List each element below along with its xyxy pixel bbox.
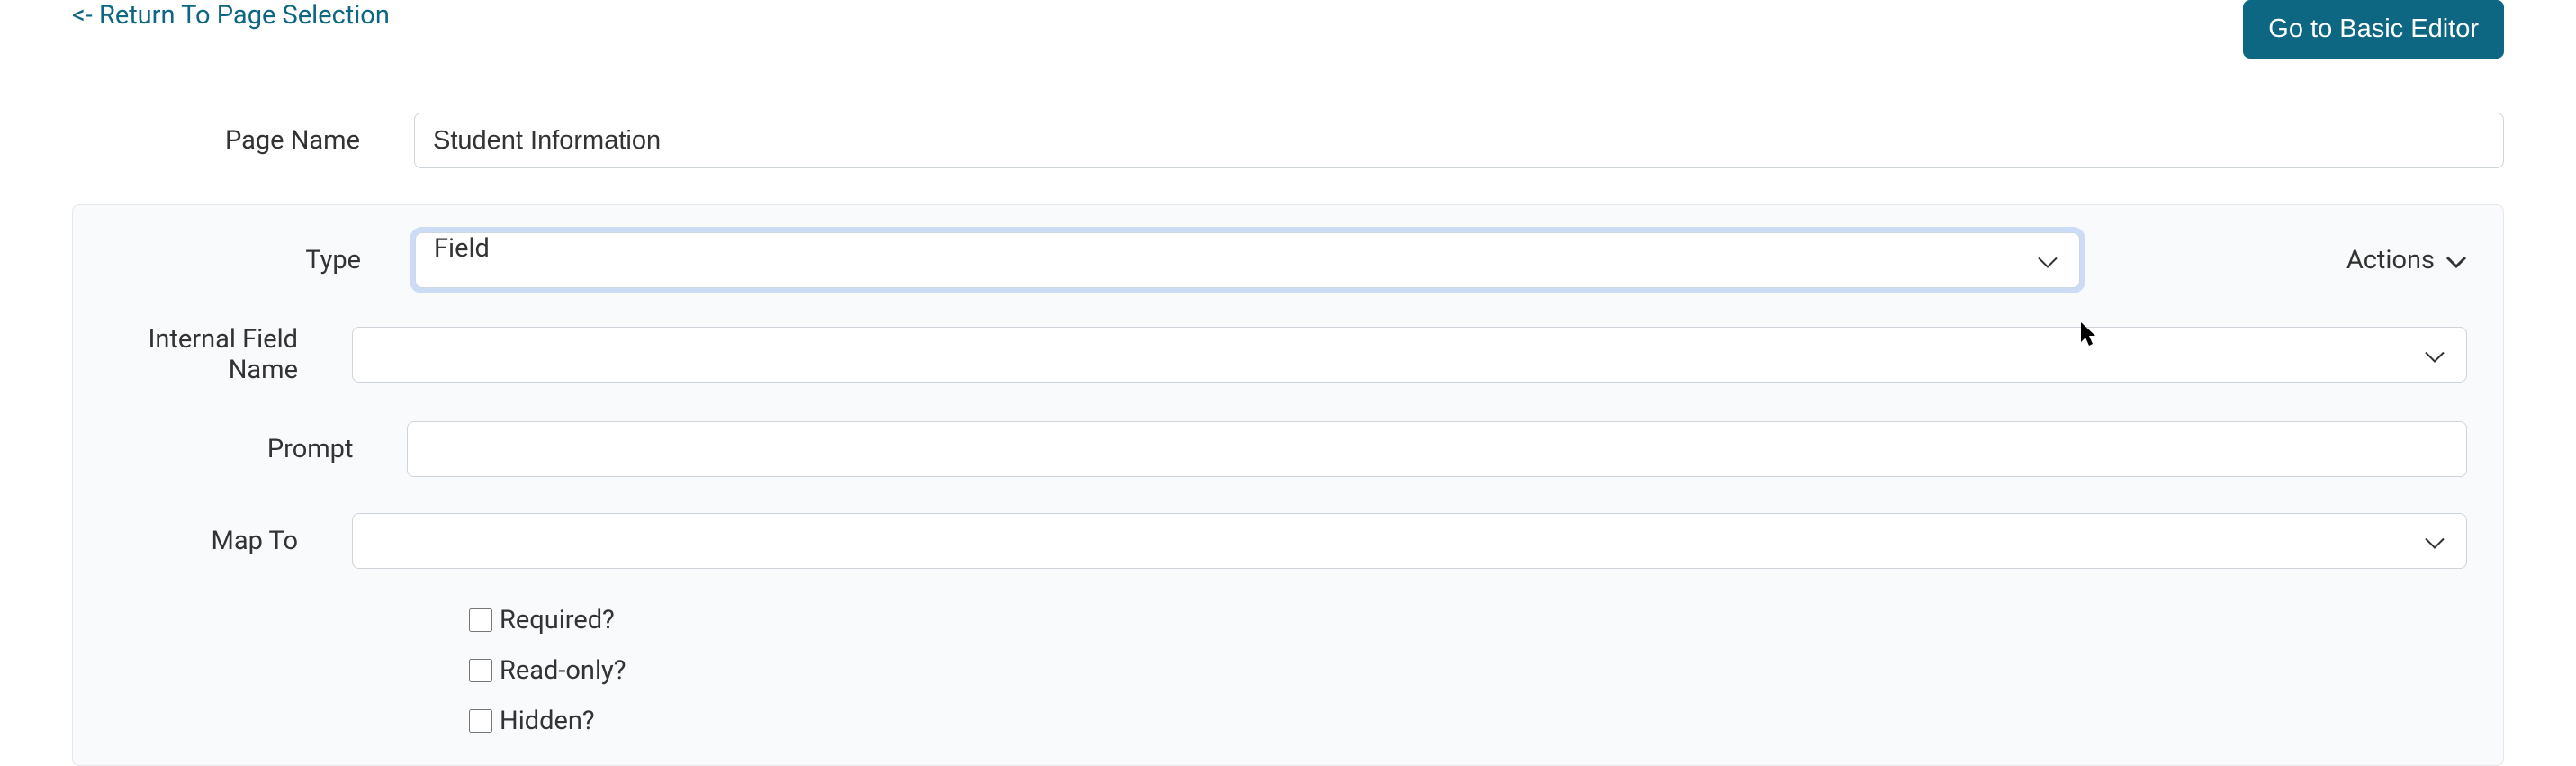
actions-dropdown[interactable]: Actions [2346,245,2467,275]
prompt-label: Prompt [73,434,407,464]
readonly-label: Read-only? [500,655,626,686]
chevron-down-icon [2445,245,2467,275]
hidden-label: Hidden? [500,706,595,736]
readonly-checkbox[interactable] [469,659,492,682]
return-to-page-selection-link[interactable]: <- Return To Page Selection [72,0,390,31]
map-to-select[interactable] [352,513,2467,569]
go-to-basic-editor-button[interactable]: Go to Basic Editor [2243,0,2504,59]
page-name-input[interactable] [414,113,2504,168]
page-name-label: Page Name [72,125,414,156]
actions-label: Actions [2346,245,2435,275]
map-to-label: Map To [73,526,352,556]
prompt-input[interactable] [407,421,2467,477]
hidden-checkbox[interactable] [469,709,492,733]
type-label: Type [73,245,415,275]
internal-field-name-select[interactable] [352,327,2467,383]
required-label: Required? [500,605,615,635]
required-checkbox[interactable] [469,608,492,632]
internal-field-name-label: Internal Field Name [73,324,352,385]
type-select[interactable]: Field [415,232,2080,288]
form-panel: Type Field Actions Internal Field Name P… [72,204,2504,766]
